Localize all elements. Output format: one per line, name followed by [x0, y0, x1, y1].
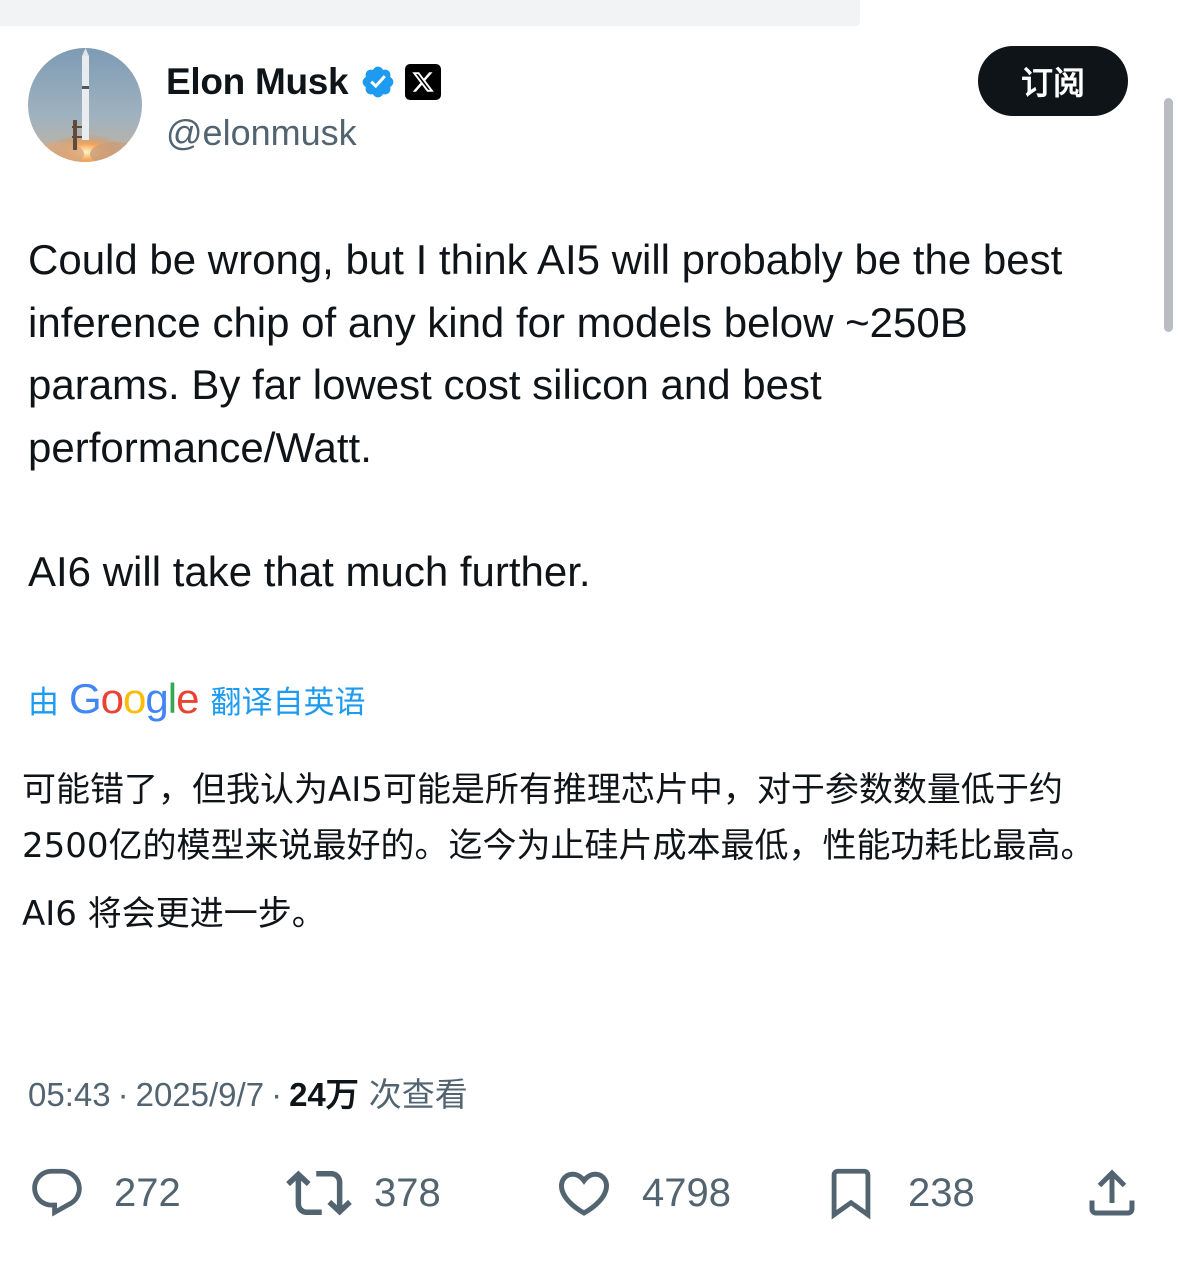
subscribe-button[interactable]: 订阅	[978, 46, 1128, 116]
tweet-paragraph: AI6 will take that much further.	[28, 548, 591, 595]
action-bar: 272 378 4798 238	[28, 1160, 1148, 1230]
reply-button[interactable]: 272	[28, 1160, 181, 1226]
reply-icon	[32, 1168, 82, 1217]
like-count: 4798	[642, 1170, 731, 1215]
avatar[interactable]	[28, 48, 142, 162]
repost-icon	[286, 1170, 352, 1216]
reply-count: 272	[114, 1170, 181, 1215]
tweet-text: Could be wrong, but I think AI5 will pro…	[28, 229, 1118, 604]
translated-paragraph: 可能错了，但我认为AI5可能是所有推理芯片中，对于参数数量低于约2500亿的模型…	[22, 770, 1095, 866]
display-name[interactable]: Elon Musk	[166, 61, 349, 103]
google-logo-letter: o	[100, 675, 124, 722]
translation-prefix: 由	[28, 684, 59, 721]
meta-separator: ·	[271, 1076, 283, 1113]
share-button[interactable]	[1082, 1160, 1142, 1226]
translation-credit[interactable]: 由 Google 翻译自英语	[28, 674, 365, 724]
verified-badge-icon[interactable]	[360, 64, 396, 100]
view-count: 24万	[289, 1076, 359, 1113]
meta-separator: ·	[117, 1076, 129, 1113]
tweet-header: Elon Musk @elonmusk 订阅	[28, 46, 1138, 164]
google-logo-letter: G	[69, 675, 102, 722]
author-names: Elon Musk @elonmusk	[166, 58, 442, 154]
translated-paragraph: AI6 将会更进一步。	[22, 894, 326, 934]
tweet-meta: 05:43 · 2025/9/7 · 24万 次查看	[28, 1068, 468, 1116]
repost-count: 378	[374, 1170, 441, 1215]
author-handle[interactable]: @elonmusk	[166, 112, 441, 154]
google-logo-letter: o	[123, 675, 146, 722]
bookmark-count: 238	[908, 1170, 975, 1215]
bookmark-icon	[831, 1168, 871, 1220]
post-time[interactable]: 05:43	[28, 1076, 111, 1114]
post-date[interactable]: 2025/9/7	[136, 1076, 264, 1114]
rocket-launch-photo	[28, 48, 142, 162]
repost-button[interactable]: 378	[286, 1160, 441, 1226]
scrollbar[interactable]	[1164, 98, 1173, 332]
name-row: Elon Musk	[166, 58, 442, 106]
top-bar-fade	[0, 0, 860, 26]
x-logo-icon	[405, 64, 442, 100]
google-logo: Google	[69, 675, 199, 722]
like-button[interactable]: 4798	[554, 1160, 731, 1226]
view-label: 次查看	[368, 1075, 468, 1114]
heart-icon	[558, 1171, 610, 1216]
google-logo-letter: e	[176, 675, 199, 722]
google-logo-letter: l	[167, 675, 177, 722]
tweet-paragraph: Could be wrong, but I think AI5 will pro…	[28, 236, 1063, 471]
google-logo-letter: g	[145, 675, 168, 722]
translation-suffix: 翻译自英语	[210, 684, 366, 721]
translated-text: 可能错了，但我认为AI5可能是所有推理芯片中，对于参数数量低于约2500亿的模型…	[22, 762, 1122, 942]
bookmark-button[interactable]: 238	[822, 1160, 975, 1226]
share-icon	[1089, 1169, 1135, 1216]
